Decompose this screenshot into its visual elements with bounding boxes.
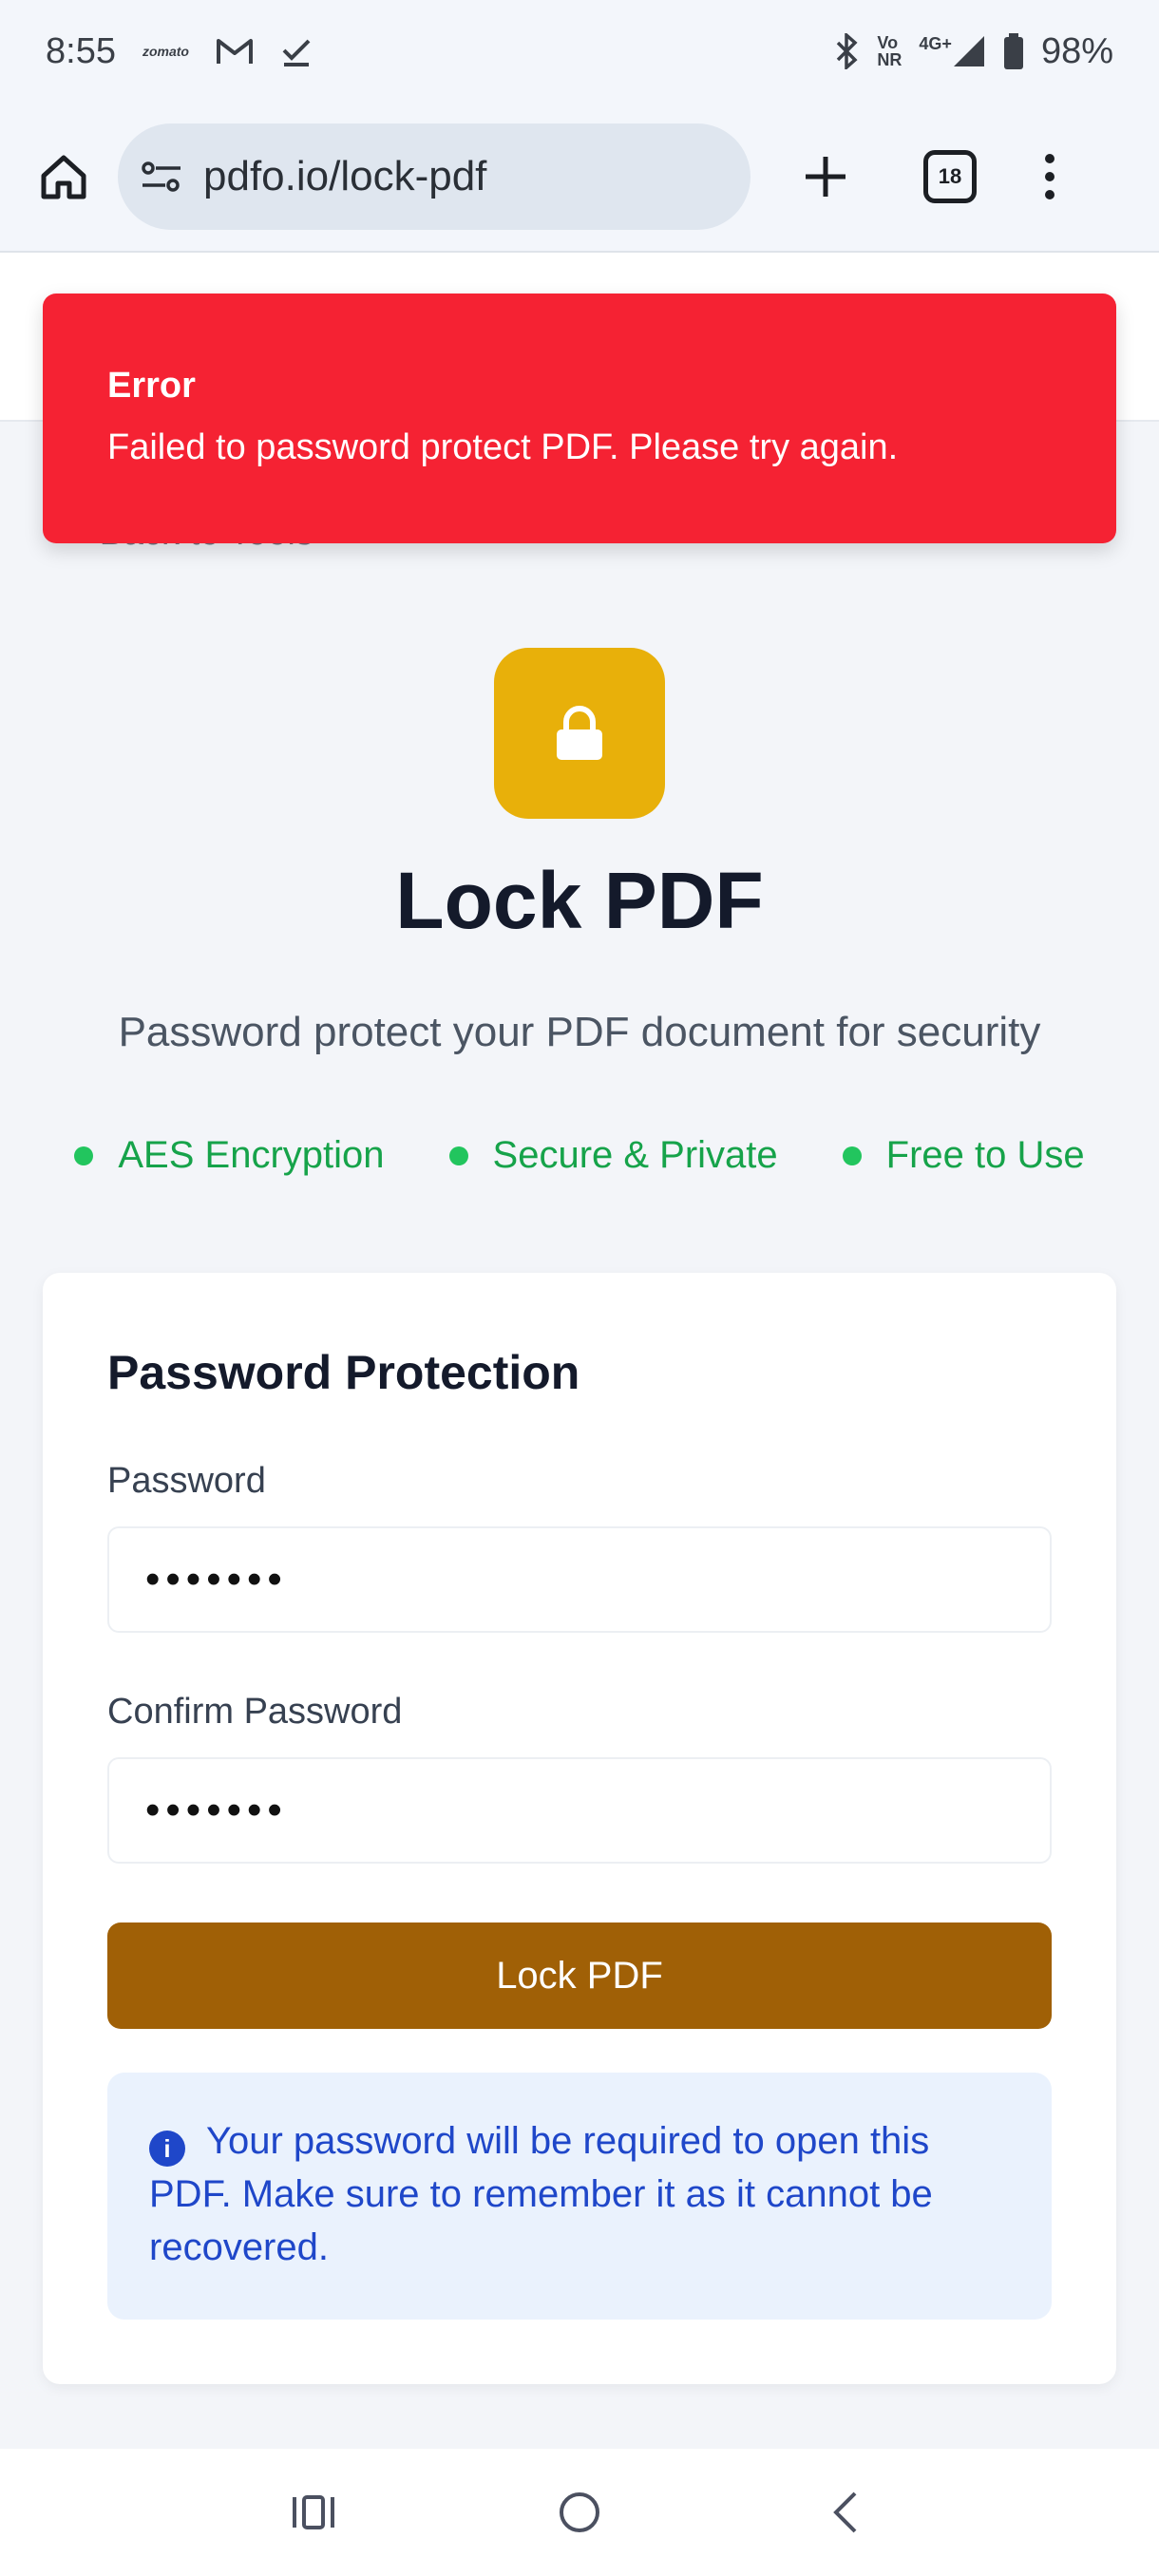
volte-indicator: Vo NR <box>877 33 902 69</box>
password-label: Password <box>107 1461 266 1501</box>
toast-title: Error <box>107 366 196 406</box>
zomato-icon: zomato <box>142 44 189 59</box>
info-box: i Your password will be required to open … <box>107 2073 1052 2320</box>
recent-apps-button[interactable] <box>285 2484 342 2541</box>
home-icon <box>41 155 86 199</box>
feature-item: Free to Use <box>842 1134 1085 1177</box>
feature-item: Secure & Private <box>448 1134 778 1177</box>
gmail-icon <box>216 36 254 66</box>
lock-tile <box>494 648 665 819</box>
info-text: Your password will be required to open t… <box>149 2120 933 2268</box>
url-bar[interactable]: pdfo.io/lock-pdf <box>118 123 750 230</box>
password-field[interactable]: ••••••• <box>107 1526 1052 1633</box>
signal-icon: 4G+ <box>919 34 986 68</box>
confirm-password-field[interactable]: ••••••• <box>107 1757 1052 1864</box>
toast-message: Failed to password protect PDF. Please t… <box>107 427 899 467</box>
home-nav-button[interactable] <box>551 2484 608 2541</box>
plus-icon <box>806 157 846 197</box>
page-title: Lock PDF <box>395 856 764 945</box>
home-button[interactable] <box>30 143 97 210</box>
lock-icon <box>557 706 602 760</box>
site-settings-icon[interactable] <box>141 160 182 194</box>
info-icon: i <box>149 2131 185 2167</box>
bluetooth-icon <box>833 33 860 69</box>
more-vert-icon <box>1045 154 1054 199</box>
home-circle-icon <box>560 2492 599 2532</box>
page-subtitle: Password protect your PDF document for s… <box>118 1009 1041 1055</box>
card-title: Password Protection <box>107 1346 580 1399</box>
more-menu-button[interactable] <box>1036 143 1064 210</box>
green-dot-icon <box>842 1146 862 1165</box>
status-time: 8:55 <box>46 30 116 71</box>
back-nav-button[interactable] <box>817 2484 874 2541</box>
back-chevron-icon <box>833 2491 857 2533</box>
recent-apps-icon <box>293 2495 334 2529</box>
new-tab-button[interactable] <box>792 143 859 210</box>
tab-switcher-button[interactable]: 18 <box>923 150 977 203</box>
confirm-password-label: Confirm Password <box>107 1692 403 1732</box>
battery-icon <box>1003 33 1024 69</box>
status-bar: 8:55 zomato Vo NR 4G+ 98% <box>0 0 1159 103</box>
error-toast[interactable]: Error Failed to password protect PDF. Pl… <box>43 294 1116 543</box>
browser-toolbar: pdfo.io/lock-pdf 18 <box>0 103 1159 253</box>
green-dot-icon <box>74 1146 94 1165</box>
feature-item: AES Encryption <box>74 1134 385 1177</box>
system-nav-bar <box>0 2449 1159 2576</box>
feature-list: AES Encryption Secure & Private Free to … <box>0 1134 1159 1177</box>
task-check-icon <box>280 35 313 67</box>
lock-pdf-button[interactable]: Lock PDF <box>107 1923 1052 2029</box>
green-dot-icon <box>448 1146 468 1165</box>
password-protection-card: Password Protection Password ••••••• Con… <box>43 1273 1116 2384</box>
battery-percent: 98% <box>1040 30 1113 71</box>
url-text: pdfo.io/lock-pdf <box>203 153 487 199</box>
